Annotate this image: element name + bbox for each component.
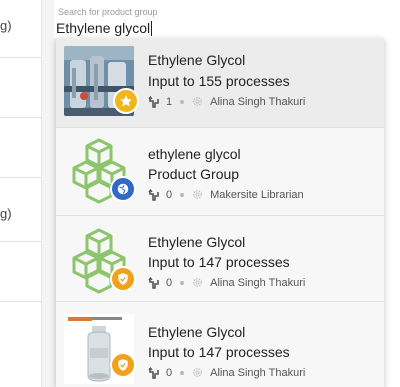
separator-dot xyxy=(180,99,185,104)
fork-count: 0 xyxy=(166,276,173,289)
fork-icon xyxy=(148,188,159,201)
result-title: Ethylene Glycol xyxy=(148,234,246,250)
search-label: Search for product group xyxy=(58,7,158,17)
table-row xyxy=(0,58,42,118)
search-results-dropdown: Ethylene Glycol Input to 155 processes 1… xyxy=(56,38,384,387)
gear-icon xyxy=(193,190,202,199)
fork-count: 1 xyxy=(166,95,173,108)
fork-icon xyxy=(148,276,159,289)
fork-count: 0 xyxy=(166,366,173,379)
fork-icon xyxy=(148,95,159,108)
separator-dot xyxy=(180,370,185,375)
author-name: Alina Singh Thakuri xyxy=(210,276,306,289)
star-badge xyxy=(113,88,139,114)
gear-icon xyxy=(193,368,202,377)
shield-icon xyxy=(118,359,128,371)
search-input-value: Ethylene glycol xyxy=(56,20,151,36)
result-title: Ethylene Glycol xyxy=(148,52,246,68)
result-item[interactable]: Ethylene Glycol Input to 147 processes 0… xyxy=(56,302,384,387)
unit-text: g) xyxy=(0,206,12,221)
globe-badge xyxy=(110,176,136,202)
fork-icon xyxy=(148,366,159,379)
gear-icon xyxy=(193,278,202,287)
result-subtitle: Input to 147 processes xyxy=(148,254,290,270)
background-table: g) g) xyxy=(0,0,42,387)
result-subtitle: Input to 147 processes xyxy=(148,344,290,360)
shield-badge xyxy=(110,352,136,378)
result-meta: 0 Makersite Librarian xyxy=(148,188,304,201)
fork-count: 0 xyxy=(166,188,173,201)
result-meta: 0 Alina Singh Thakuri xyxy=(148,366,305,379)
result-subtitle: Input to 155 processes xyxy=(148,73,290,89)
star-icon xyxy=(120,95,132,107)
author-name: Alina Singh Thakuri xyxy=(210,95,306,108)
product-group-search[interactable]: Search for product group Ethylene glycol xyxy=(54,0,400,38)
globe-icon xyxy=(117,183,129,195)
result-title: Ethylene Glycol xyxy=(148,324,246,340)
table-row: g) xyxy=(0,0,42,58)
result-item[interactable]: Ethylene Glycol Input to 147 processes 0… xyxy=(56,216,384,302)
result-meta: 1 Alina Singh Thakuri xyxy=(148,95,305,108)
table-row: g) xyxy=(0,178,42,242)
unit-text: g) xyxy=(0,18,12,33)
separator-dot xyxy=(180,280,185,285)
table-row xyxy=(0,242,42,302)
shield-icon xyxy=(118,273,128,285)
table-row xyxy=(0,118,42,178)
background-panel xyxy=(384,0,400,387)
separator-dot xyxy=(180,192,185,197)
result-subtitle: Product Group xyxy=(148,166,240,182)
result-meta: 0 Alina Singh Thakuri xyxy=(148,276,305,289)
search-input[interactable]: Ethylene glycol xyxy=(56,20,153,36)
author-name: Makersite Librarian xyxy=(210,188,304,201)
result-item[interactable]: ethylene glycol Product Group 0 Makersit… xyxy=(56,128,384,216)
result-title: ethylene glycol xyxy=(148,146,241,162)
gear-icon xyxy=(193,97,202,106)
author-name: Alina Singh Thakuri xyxy=(210,366,306,379)
shield-badge xyxy=(110,266,136,292)
result-item[interactable]: Ethylene Glycol Input to 155 processes 1… xyxy=(56,38,384,128)
text-caret xyxy=(151,20,153,36)
